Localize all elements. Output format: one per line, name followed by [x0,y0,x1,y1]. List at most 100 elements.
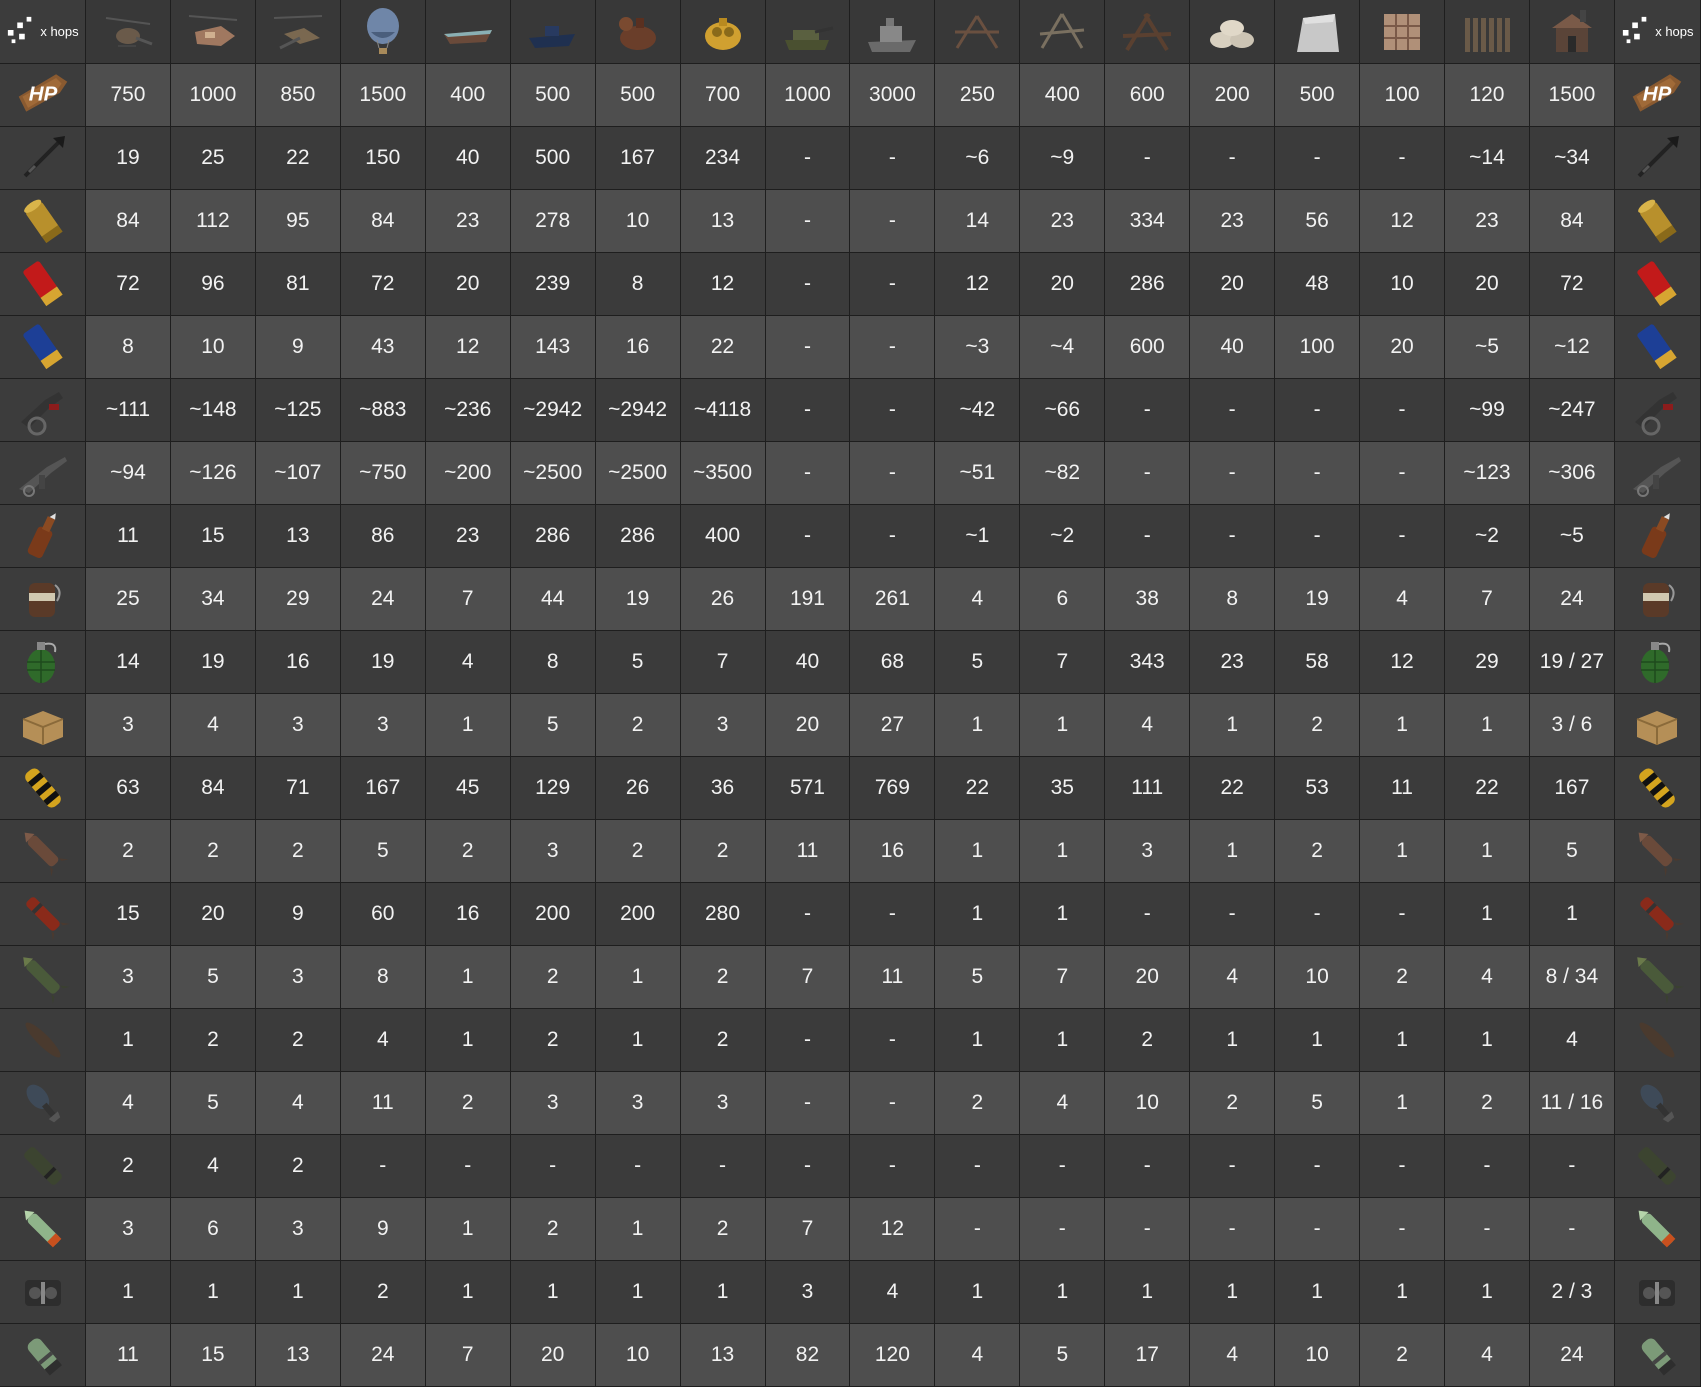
table-cell: 4 [1190,1324,1276,1387]
table-cell: 4 [425,631,511,694]
table-cell: - [1105,442,1191,505]
table-cell: 2 [510,1009,596,1072]
raid-cost-table: x hops x hops HP 750 1000 850 1500 400 500 500 700… [0,0,1701,1387]
table-cell: 100 [1275,316,1361,379]
table-cell: - [1020,1135,1106,1198]
table-cell: 2 [510,946,596,1009]
table-row: 3 6 3 9 1 2 1 2 7 12- - - - - - - - [0,1198,1701,1261]
table-cell: 2 [1360,1324,1445,1387]
table-cell: 334 [1105,190,1191,253]
row-icon-right [1614,631,1701,694]
table-cell: 1 [1190,1009,1276,1072]
table-cell: 1 [935,694,1021,757]
table-cell: 1 [595,1261,681,1324]
table-cell: ~3 [935,316,1021,379]
table-cell: 10 [1275,1324,1361,1387]
hp-value: 120 [1445,64,1530,127]
table-cell: 29 [255,568,341,631]
table-cell: 35 [1020,757,1106,820]
table-cell: 23 [425,190,511,253]
table-cell: 3 [680,1072,766,1135]
table-cell: ~82 [1020,442,1106,505]
f1-grenade-icon [15,634,71,690]
shotgun-shell-blue-icon [15,319,71,375]
row-icon-right [1614,1198,1701,1261]
table-cell: 1 [255,1261,341,1324]
table-cell: 4 [340,1009,426,1072]
table-cell: 769 [850,757,936,820]
table-cell: - [1275,1198,1361,1261]
table-cell: 5 [170,1072,256,1135]
molotov-icon [1629,508,1685,564]
table-cell: 19 [1275,568,1361,631]
table-cell: 2 [86,1135,171,1198]
table-cell: 143 [510,316,596,379]
hops-icon [1621,15,1651,48]
table-cell: 2 [86,820,171,883]
row-icon-left [0,253,86,316]
table-cell: 278 [510,190,596,253]
table-cell: 10 [1275,946,1361,1009]
table-cell: 2 [1275,820,1361,883]
stone-spike-barricade-icon [1034,4,1090,60]
target-header-2 [255,0,341,64]
incendiary-rocket-icon [1629,886,1685,942]
table-row: 242--------------- [0,1135,1701,1198]
target-header-5 [510,0,596,64]
table-cell: - [1105,505,1191,568]
table-cell: 2 [1105,1009,1191,1072]
table-cell: 56 [1275,190,1361,253]
table-cell: 7 [1020,946,1106,1009]
table-cell: 40 [1190,316,1276,379]
table-cell: 12 [850,1198,936,1261]
hp-label: HP [1643,82,1672,105]
table-cell: 4 [935,568,1021,631]
table-cell: 7 [425,568,511,631]
table-cell: 20 [1105,946,1191,1009]
table-cell: ~14 [1445,127,1530,190]
table-cell: - [765,1072,851,1135]
table-cell: 2 [255,820,341,883]
explosive-ammo-icon [15,760,71,816]
table-cell: 20 [1360,316,1445,379]
table-cell: ~9 [1020,127,1106,190]
row-icon-right [1614,127,1701,190]
table-cell: 1 [1445,820,1530,883]
row-icon-right [1614,694,1701,757]
submarine-icon [610,4,666,60]
hv-missile-icon [1629,1201,1685,1257]
hp-value: 750 [86,64,171,127]
table-cell: - [850,1072,936,1135]
table-cell: ~34 [1529,127,1615,190]
table-cell: 5 [1275,1072,1361,1135]
target-header-0 [86,0,171,64]
table-cell: 11 [86,505,171,568]
table-row: 4 5 4 11 2 3 3 3- -2 4 10 2 5 1 2 11 / 16 [0,1072,1701,1135]
hp-row: HP 750 1000 850 1500 400 500 500 700 1000 3000 250 4… [0,64,1701,127]
table-cell: 1 [1020,694,1106,757]
table-cell: 7 [1020,631,1106,694]
hp-value: 250 [935,64,1021,127]
target-header-14 [1275,0,1361,64]
table-cell: - [425,1135,511,1198]
row-icon-left [0,1009,86,1072]
table-cell: 23 [1190,631,1276,694]
table-cell: 10 [595,1324,681,1387]
table-cell: 2 [595,820,681,883]
table-cell: - [1529,1198,1615,1261]
table-cell: 3 [595,1072,681,1135]
flamethrower-icon [15,382,71,438]
table-cell: - [765,316,851,379]
table-cell: 120 [850,1324,936,1387]
row-icon-right [1614,946,1701,1009]
table-cell: 4 [170,1135,256,1198]
torpedo-icon [15,1012,71,1068]
table-cell: 1 [1275,1261,1361,1324]
table-cell: 2 [680,820,766,883]
table-cell: 1 [1529,883,1615,946]
satchel-charge-icon [1629,697,1685,753]
row-icon-right [1614,568,1701,631]
table-cell: - [1105,1198,1191,1261]
table-cell: 2 [170,1009,256,1072]
flamethrower-icon [1629,382,1685,438]
